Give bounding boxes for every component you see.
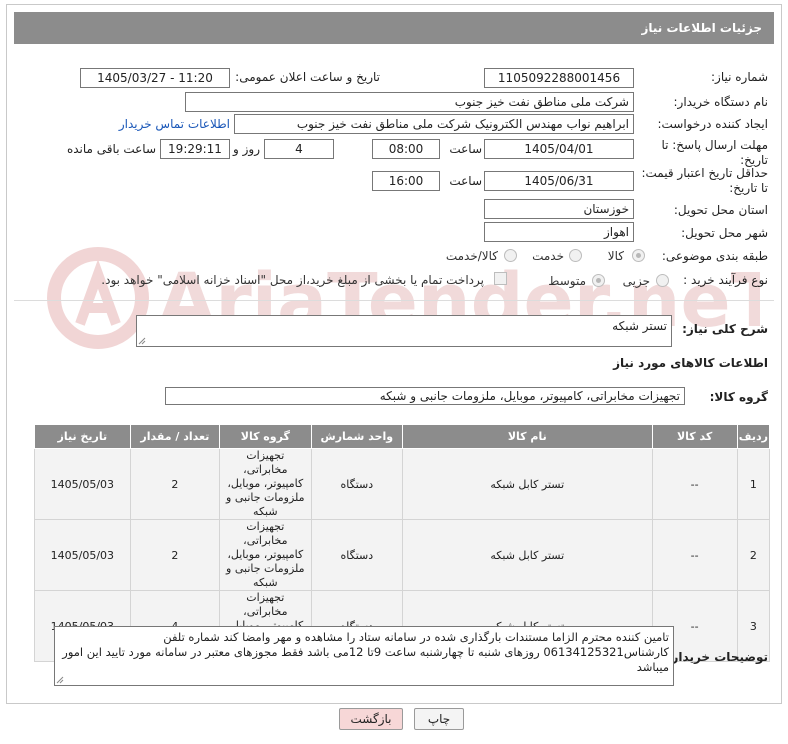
buyer-notes-field[interactable]: تامین کننده محترم الزاما مستندات بارگذار… bbox=[54, 626, 674, 686]
cell-item-code: -- bbox=[651, 448, 738, 520]
reply-deadline-label: مهلت ارسال پاسخ: تا تاریخ: bbox=[661, 138, 768, 167]
days-label: روز و bbox=[233, 142, 260, 156]
treasury-payment-checkbox[interactable] bbox=[494, 272, 507, 285]
cell-row-number: 1 bbox=[736, 448, 771, 520]
table-header-row: ردیف کد کالا نام کالا واحد شمارش گروه کا… bbox=[34, 424, 771, 449]
remaining-time-field[interactable]: 19:29:11 bbox=[160, 139, 230, 159]
creator-label: ایجاد کننده درخواست: bbox=[657, 117, 768, 131]
col-need-date: تاریخ نیاز bbox=[34, 424, 131, 449]
description-label: شرح کلی نیاز: bbox=[682, 322, 768, 336]
cell-unit: دستگاه bbox=[310, 519, 404, 591]
description-field[interactable]: تستر شبکه bbox=[136, 315, 672, 347]
col-item-name: نام کالا bbox=[402, 424, 653, 449]
category-option-goods: کالا bbox=[607, 249, 624, 263]
reply-date-field[interactable]: 1405/04/01 bbox=[484, 139, 634, 159]
buyer-contact-link[interactable]: اطلاعات تماس خریدار bbox=[119, 117, 230, 131]
cell-quantity: 2 bbox=[129, 448, 221, 520]
category-radio-goods-service[interactable] bbox=[504, 249, 517, 262]
goods-group-label: گروه کالا: bbox=[709, 390, 768, 404]
city-field[interactable]: اهواز bbox=[484, 222, 634, 242]
cell-unit: دستگاه bbox=[310, 448, 404, 520]
treasury-payment-note: پرداخت تمام یا بخشی از مبلغ خرید،از محل … bbox=[101, 273, 484, 287]
category-radio-service[interactable] bbox=[569, 249, 582, 262]
cell-goods-group: تجهیزات مخابراتی، کامپیوتر، موبایل، ملزو… bbox=[219, 448, 312, 520]
table-row[interactable]: 1 -- تستر کابل شبکه دستگاه تجهیزات مخابر… bbox=[34, 448, 771, 520]
process-label: نوع فرآیند خرید : bbox=[683, 273, 768, 287]
days-field[interactable]: 4 bbox=[264, 139, 334, 159]
announce-field[interactable]: 1405/03/27 - 11:20 bbox=[80, 68, 230, 88]
creator-field[interactable]: ابراهیم نواب مهندس الکترونیک شرکت ملی من… bbox=[234, 114, 634, 134]
cell-item-name: تستر کابل شبکه bbox=[402, 519, 653, 591]
resize-grip-icon[interactable] bbox=[56, 676, 64, 684]
need-number-label: شماره نیاز: bbox=[711, 70, 768, 84]
cell-quantity: 2 bbox=[129, 519, 221, 591]
back-button[interactable]: بازگشت bbox=[339, 708, 403, 730]
process-radio-minor[interactable] bbox=[656, 274, 669, 287]
col-item-code: کد کالا bbox=[651, 424, 738, 449]
category-option-service: خدمت bbox=[532, 249, 564, 263]
price-time-label: ساعت bbox=[449, 174, 482, 188]
city-label: شهر محل تحویل: bbox=[681, 226, 768, 240]
col-row-number: ردیف bbox=[736, 424, 771, 449]
col-unit: واحد شمارش bbox=[310, 424, 404, 449]
reply-time-field[interactable]: 08:00 bbox=[372, 139, 440, 159]
announce-label: تاریخ و ساعت اعلان عمومی: bbox=[235, 70, 380, 84]
table-row[interactable]: 2 -- تستر کابل شبکه دستگاه تجهیزات مخابر… bbox=[34, 519, 771, 591]
price-date-field[interactable]: 1405/06/31 bbox=[484, 171, 634, 191]
divider bbox=[14, 300, 774, 301]
process-option-minor: جزیی bbox=[622, 274, 650, 288]
print-button[interactable]: چاپ bbox=[414, 708, 464, 730]
province-field[interactable]: خوزستان bbox=[484, 199, 634, 219]
col-quantity: تعداد / مقدار bbox=[129, 424, 221, 449]
process-option-medium: متوسط bbox=[548, 274, 586, 288]
buyer-org-field[interactable]: شرکت ملی مناطق نفت خیز جنوب bbox=[185, 92, 634, 112]
buyer-org-label: نام دستگاه خریدار: bbox=[673, 95, 769, 109]
cell-item-name: تستر کابل شبکه bbox=[402, 448, 653, 520]
price-deadline-label: حداقل تاریخ اعتبار قیمت: تا تاریخ: bbox=[641, 166, 768, 195]
cell-need-date: 1405/05/03 bbox=[34, 519, 131, 591]
price-time-field[interactable]: 16:00 bbox=[372, 171, 440, 191]
category-option-goods-service: کالا/خدمت bbox=[445, 249, 498, 263]
col-goods-group: گروه کالا bbox=[219, 424, 312, 449]
need-number-field[interactable]: 1105092288001456 bbox=[484, 68, 634, 88]
category-radio-goods[interactable] bbox=[632, 249, 645, 262]
cell-row-number: 2 bbox=[736, 519, 771, 591]
buyer-notes-label: توضیحات خریدار: bbox=[666, 650, 768, 664]
goods-info-title: اطلاعات کالاهای مورد نیاز bbox=[613, 356, 768, 370]
cell-item-code: -- bbox=[651, 519, 738, 591]
remaining-time-label: ساعت باقی مانده bbox=[66, 142, 156, 156]
cell-need-date: 1405/05/03 bbox=[34, 448, 131, 520]
province-label: استان محل تحویل: bbox=[673, 203, 768, 217]
page-title: جزئیات اطلاعات نیاز bbox=[14, 12, 774, 44]
resize-grip-icon[interactable] bbox=[138, 337, 146, 345]
reply-time-label: ساعت bbox=[449, 142, 482, 156]
category-label: طبقه بندی موضوعی: bbox=[661, 249, 768, 263]
process-radio-medium[interactable] bbox=[592, 274, 605, 287]
cell-goods-group: تجهیزات مخابراتی، کامپیوتر، موبایل، ملزو… bbox=[219, 519, 312, 591]
goods-group-field[interactable]: تجهیزات مخابراتی، کامپیوتر، موبایل، ملزو… bbox=[165, 387, 685, 405]
